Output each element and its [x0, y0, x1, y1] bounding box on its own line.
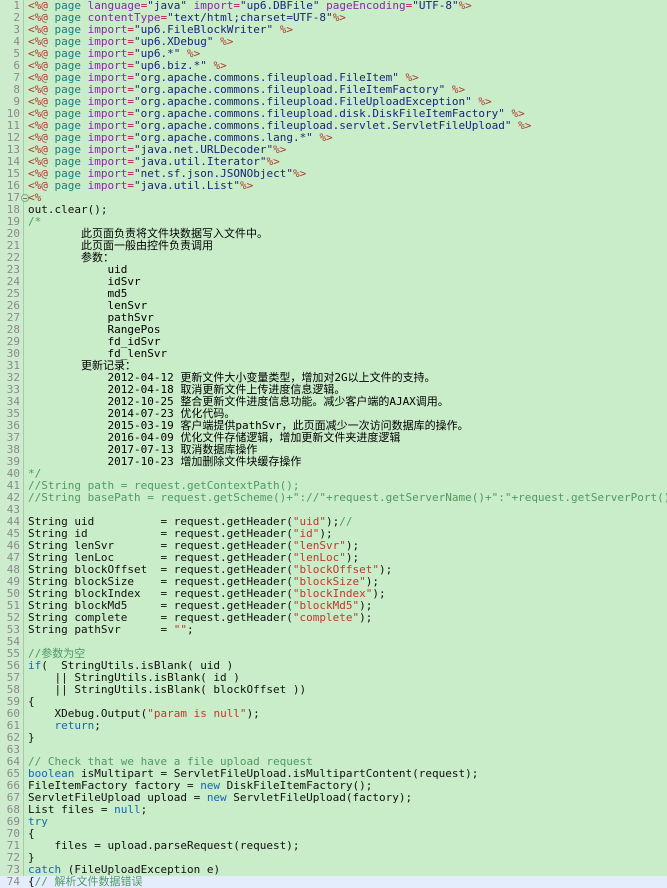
code-line[interactable]: 62} — [0, 732, 667, 744]
code-editor[interactable]: 1 <%@ page language="java" import="up6.DB… — [0, 0, 667, 888]
code-token: %> — [319, 131, 333, 144]
code-token: ); — [246, 707, 260, 720]
code-text[interactable]: || StringUtils.isBlank( blockOffset )) — [28, 684, 306, 696]
code-line[interactable]: 18 out.clear(); — [0, 204, 667, 216]
code-line[interactable]: 74 {// 解析文件数据错误 — [0, 876, 667, 888]
code-line[interactable]: 69 try — [0, 816, 667, 828]
code-text[interactable]: //String basePath = request.getScheme()+… — [28, 492, 667, 504]
code-token: || StringUtils.isBlank( blockOffset )) — [28, 683, 307, 696]
code-token: "param is null" — [147, 707, 247, 720]
code-token: %> — [458, 0, 472, 12]
code-text[interactable]: 2017-10-23 增加删除文件块缓存操作 — [28, 456, 301, 468]
code-token: null — [114, 803, 141, 816]
code-line[interactable]: 58 || StringUtils.isBlank( blockOffset )… — [0, 684, 667, 696]
code-token: "complete" — [292, 611, 360, 624]
code-token: return — [54, 719, 95, 732]
code-line[interactable]: 39 2017-10-23 增加删除文件块缓存操作 — [0, 456, 667, 468]
code-token: files = upload.parseRequest(request); — [28, 839, 300, 852]
code-token: "" — [173, 623, 187, 636]
code-line[interactable]: 71 files = upload.parseRequest(request); — [0, 840, 667, 852]
code-line[interactable]: 42//String basePath = request.getScheme(… — [0, 492, 667, 504]
code-line[interactable]: 53 String pathSvr = ""; — [0, 624, 667, 636]
code-token: %> — [292, 167, 307, 180]
code-token: ); — [379, 563, 393, 576]
code-token: } — [28, 731, 35, 744]
code-token: ServletFileUpload(factory); — [226, 791, 413, 804]
code-token: %> — [279, 23, 293, 36]
code-line[interactable]: 54 — [0, 636, 667, 648]
code-token: "java.util.List" — [134, 179, 240, 192]
code-text[interactable]: String pathSvr = ""; — [28, 624, 194, 636]
code-token: = — [127, 179, 134, 192]
code-token: ); — [372, 587, 386, 600]
code-token: String pathSvr = — [28, 623, 174, 636]
line-number: 74 — [6, 875, 20, 888]
code-token: %> — [518, 119, 532, 132]
code-token: ); — [359, 611, 373, 624]
code-token: %> — [220, 35, 234, 48]
code-line[interactable]: 68 List files = null; — [0, 804, 667, 816]
code-token: ; — [94, 719, 101, 732]
code-token: %> — [239, 179, 254, 192]
code-text[interactable]: return; — [28, 720, 101, 732]
code-token: // — [339, 515, 353, 528]
code-line[interactable]: 16 <%@ page import="java.util.List"%> — [0, 180, 667, 192]
code-text[interactable]: } — [28, 732, 35, 744]
code-token: %> — [332, 11, 346, 24]
code-text[interactable]: <%@ page import="java.util.List"%> — [28, 180, 253, 192]
code-token: import — [87, 179, 128, 192]
code-token: new — [206, 791, 227, 804]
code-text[interactable]: files = upload.parseRequest(request); — [28, 839, 300, 852]
code-line[interactable]: 61 return; — [0, 720, 667, 732]
code-token: // 解析文件数据错误 — [34, 875, 143, 888]
code-text[interactable]: {// 解析文件数据错误 — [28, 876, 143, 888]
code-token: ; — [140, 803, 148, 816]
code-token: //String basePath = request.getScheme()+… — [28, 491, 667, 504]
code-token: { — [28, 875, 35, 888]
code-token: "UTF-8" — [412, 0, 459, 12]
code-token: 2017-10-23 增加删除文件块缓存操作 — [28, 455, 302, 468]
code-token: page — [54, 179, 82, 192]
code-token: ; — [186, 623, 194, 636]
code-lines-container[interactable]: 1 <%@ page language="java" import="up6.DB… — [0, 0, 667, 888]
